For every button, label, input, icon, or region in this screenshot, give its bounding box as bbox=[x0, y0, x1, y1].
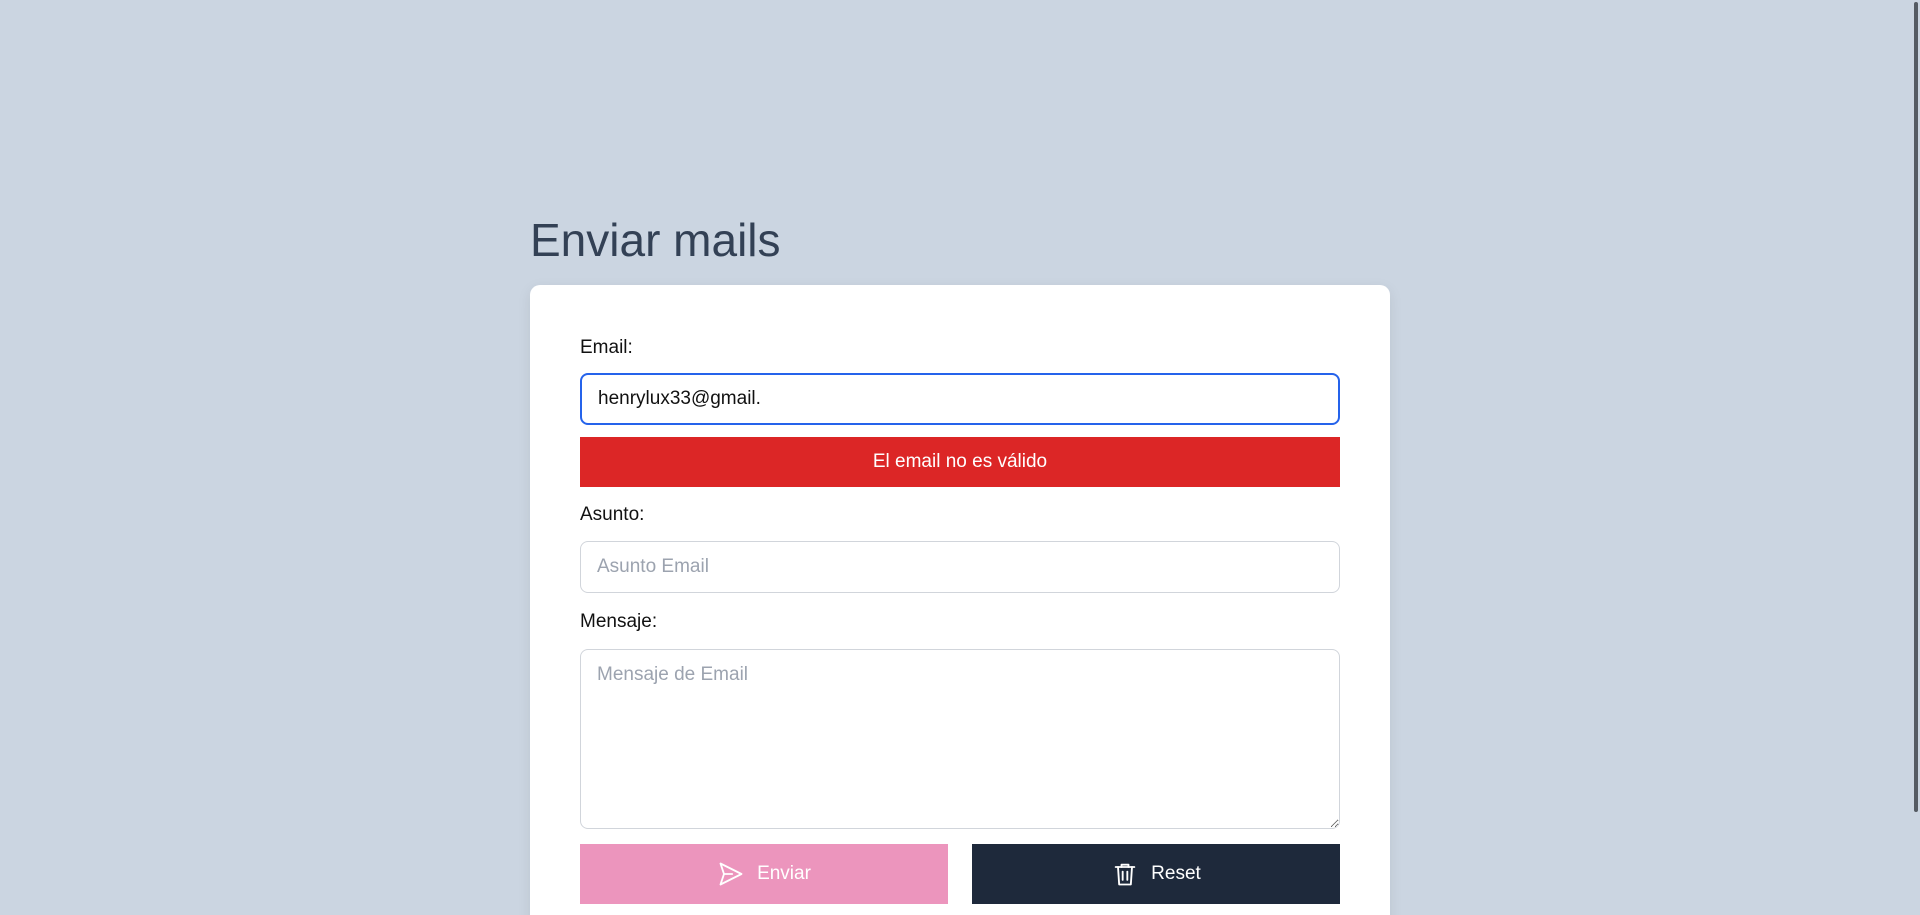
page: Enviar mails Email: El email no es válid… bbox=[0, 0, 1920, 915]
email-error-banner: El email no es válido bbox=[580, 437, 1340, 487]
subject-label: Asunto: bbox=[580, 504, 645, 525]
scrollbar-thumb[interactable] bbox=[1914, 2, 1918, 812]
message-label: Mensaje: bbox=[580, 611, 658, 632]
subject-input[interactable] bbox=[580, 541, 1340, 593]
send-button-label: Enviar bbox=[757, 863, 811, 884]
reset-button-label: Reset bbox=[1151, 863, 1201, 884]
email-form-card: Email: El email no es válido Asunto: Men… bbox=[530, 285, 1390, 915]
page-title: Enviar mails bbox=[530, 214, 781, 266]
reset-button[interactable]: Reset bbox=[972, 844, 1340, 904]
send-button[interactable]: Enviar bbox=[580, 844, 948, 904]
paper-plane-icon bbox=[717, 860, 745, 888]
form-container: Enviar mails Email: El email no es válid… bbox=[530, 205, 1390, 915]
email-input[interactable] bbox=[580, 373, 1340, 425]
message-textarea[interactable] bbox=[580, 649, 1340, 829]
scrollbar[interactable] bbox=[1912, 0, 1920, 915]
trash-icon bbox=[1111, 860, 1139, 888]
email-label: Email: bbox=[580, 337, 633, 358]
